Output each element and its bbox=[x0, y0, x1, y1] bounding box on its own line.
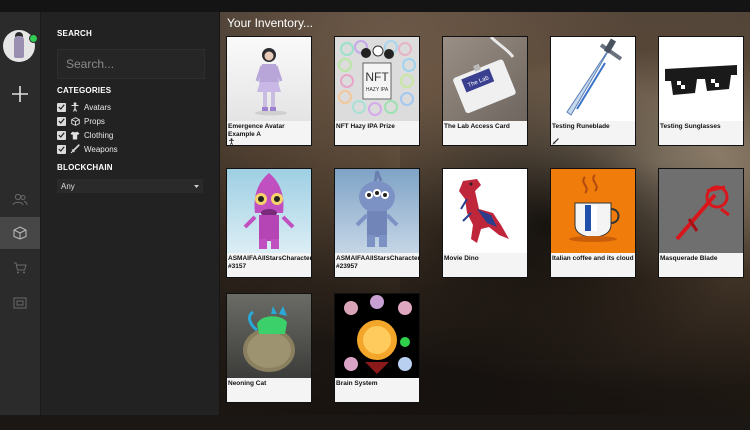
item-name: Testing Runeblade bbox=[552, 123, 610, 130]
avatar-figure bbox=[14, 36, 24, 58]
avatar-thumbnail bbox=[227, 37, 311, 121]
sword-icon bbox=[70, 144, 80, 154]
people-icon bbox=[12, 193, 28, 206]
online-status-dot bbox=[29, 34, 38, 43]
inventory-title: Your Inventory... bbox=[227, 16, 314, 30]
checkbox-props[interactable] bbox=[57, 116, 66, 126]
check-icon bbox=[58, 132, 65, 138]
item-name: Neoning Cat bbox=[228, 380, 267, 387]
lab-card-thumbnail: The Lab bbox=[443, 37, 527, 121]
item-name: The Lab Access Card bbox=[444, 123, 510, 130]
nav-friends[interactable] bbox=[0, 184, 40, 216]
nav-media[interactable] bbox=[0, 287, 40, 319]
inventory-card[interactable]: Brain System bbox=[334, 293, 420, 403]
character-23957-thumbnail bbox=[335, 169, 419, 253]
avatar-icon bbox=[229, 138, 234, 145]
item-name: Movie Dino bbox=[444, 255, 479, 262]
category-weapons[interactable]: Weapons bbox=[57, 143, 118, 155]
plus-icon bbox=[12, 86, 28, 102]
search-heading: SEARCH bbox=[57, 29, 92, 38]
category-label: Avatars bbox=[84, 102, 111, 112]
cube-icon bbox=[70, 116, 80, 126]
category-label: Props bbox=[84, 116, 105, 126]
shirt-icon bbox=[70, 130, 80, 140]
coffee-thumbnail bbox=[551, 169, 635, 253]
cube-icon bbox=[13, 226, 27, 240]
nft-hazy-ipa-thumbnail: NFT HAZY IPA bbox=[335, 37, 419, 121]
left-rail bbox=[0, 12, 41, 415]
blockchain-value: Any bbox=[61, 181, 75, 191]
character-3157-thumbnail bbox=[227, 169, 311, 253]
top-bar bbox=[0, 0, 750, 12]
sunglasses-thumbnail bbox=[659, 37, 743, 121]
nft-sub-text: HAZY IPA bbox=[366, 87, 389, 93]
search-input[interactable] bbox=[58, 50, 204, 78]
checkbox-avatars[interactable] bbox=[57, 102, 66, 112]
search-box[interactable] bbox=[57, 49, 205, 79]
inventory-card[interactable]: NFT HAZY IPA NFT Hazy IPA Prize bbox=[334, 36, 420, 146]
dino-thumbnail bbox=[443, 169, 527, 253]
category-avatars[interactable]: Avatars bbox=[57, 101, 111, 113]
inventory-card[interactable]: ASMAIFAAllStarsCharacter #23957 bbox=[334, 168, 420, 278]
item-name: NFT Hazy IPA Prize bbox=[336, 123, 395, 130]
neoning-cat-thumbnail bbox=[227, 294, 311, 378]
inventory-card[interactable]: Emergence Avatar Example A bbox=[226, 36, 312, 146]
check-icon bbox=[58, 118, 65, 124]
inventory-card[interactable]: The Lab The Lab Access Card bbox=[442, 36, 528, 146]
inventory-card[interactable]: ASMAIFAAllStarsCharacter #3157 bbox=[226, 168, 312, 278]
categories-heading: CATEGORIES bbox=[57, 86, 112, 95]
checkbox-weapons[interactable] bbox=[57, 144, 66, 154]
cart-icon bbox=[14, 262, 27, 274]
chevron-down-icon bbox=[194, 184, 199, 188]
item-name: Italian coffee and its cloud bbox=[552, 255, 634, 262]
checkbox-clothing[interactable] bbox=[57, 130, 66, 140]
item-name: ASMAIFAAllStarsCharacter #3157 bbox=[228, 255, 312, 270]
category-label: Clothing bbox=[84, 130, 114, 140]
blockchain-select[interactable]: Any bbox=[57, 179, 203, 193]
avatar-icon bbox=[70, 102, 80, 112]
item-name: Masquerade Blade bbox=[660, 255, 718, 262]
inventory-card[interactable]: Italian coffee and its cloud bbox=[550, 168, 636, 278]
inventory-card[interactable]: Testing Sunglasses bbox=[658, 36, 744, 146]
add-button[interactable] bbox=[0, 78, 40, 110]
category-clothing[interactable]: Clothing bbox=[57, 129, 113, 141]
filter-panel: SEARCH CATEGORIES Avatars Props Clothing bbox=[41, 12, 220, 415]
inventory-card[interactable]: Movie Dino bbox=[442, 168, 528, 278]
nav-shop[interactable] bbox=[0, 252, 40, 284]
item-name: ASMAIFAAllStarsCharacter #23957 bbox=[336, 255, 420, 270]
sword-icon bbox=[552, 138, 559, 145]
nav-inventory[interactable] bbox=[0, 217, 40, 249]
category-label: Weapons bbox=[84, 144, 118, 154]
media-icon bbox=[13, 297, 27, 309]
check-icon bbox=[58, 104, 65, 110]
nft-sign-text: NFT bbox=[365, 70, 389, 84]
category-props[interactable]: Props bbox=[57, 115, 105, 127]
brain-system-thumbnail bbox=[335, 294, 419, 378]
item-name: Brain System bbox=[336, 380, 378, 387]
inventory-card[interactable]: Testing Runeblade bbox=[550, 36, 636, 146]
bottom-bar bbox=[0, 415, 750, 430]
inventory-card[interactable]: Masquerade Blade bbox=[658, 168, 744, 278]
check-icon bbox=[58, 146, 65, 152]
masquerade-blade-thumbnail bbox=[659, 169, 743, 253]
item-name: Testing Sunglasses bbox=[660, 123, 721, 130]
blockchain-heading: BLOCKCHAIN bbox=[57, 163, 113, 172]
item-name: Emergence Avatar Example A bbox=[228, 123, 285, 138]
runeblade-thumbnail bbox=[551, 37, 635, 121]
inventory-card[interactable]: Neoning Cat bbox=[226, 293, 312, 403]
